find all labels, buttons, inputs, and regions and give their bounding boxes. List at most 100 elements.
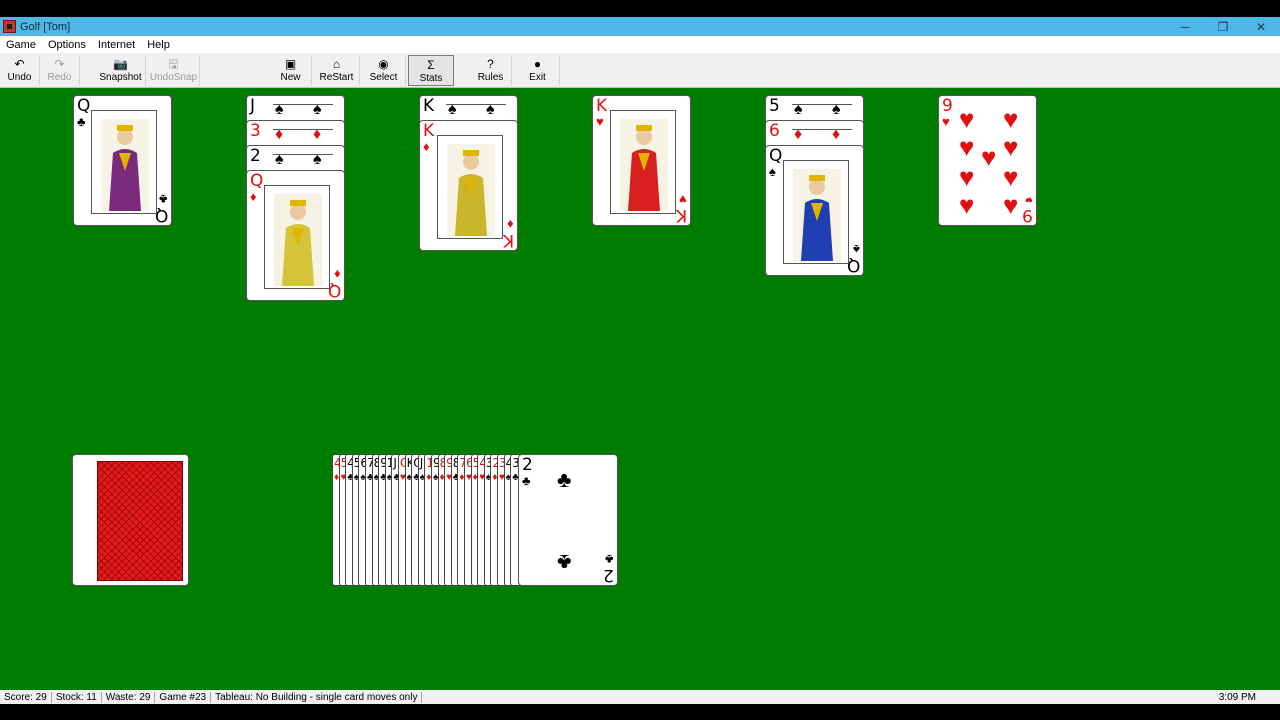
tableau-top-card[interactable]: K ♥ K ♥: [592, 95, 691, 226]
card-rank: J: [419, 456, 424, 470]
court-card-art: [91, 110, 157, 214]
home-icon: ⌂: [332, 57, 341, 71]
undo-button[interactable]: ↶ Undo: [0, 55, 40, 86]
suit-pip: ♦: [275, 126, 284, 143]
card-rank: J: [250, 96, 256, 116]
exit-button[interactable]: ● Exit: [516, 55, 560, 86]
status-clock: 3:09 PM: [1218, 691, 1256, 703]
close-icon[interactable]: ✕: [1242, 17, 1280, 36]
tableau-top-card[interactable]: Q ♣ Q ♣: [73, 95, 172, 226]
suit-pip: ♥: [1003, 190, 1019, 220]
suit-pip: ♠: [275, 101, 284, 118]
status-stock: Stock: 11: [52, 691, 102, 703]
card-rank: 3: [250, 121, 261, 141]
card-rank: 9: [942, 96, 953, 116]
waste-top-card: 2 ♣ ♣ ♣ 2 ♣: [518, 454, 618, 586]
sigma-icon: Σ: [427, 58, 435, 72]
new-button[interactable]: ▣ New: [270, 55, 312, 86]
card-suit: ♠: [769, 164, 776, 179]
toolbar-button-label: Snapshot: [99, 72, 142, 83]
undo-snap-icon: 🖫: [168, 57, 179, 71]
undosnap-button[interactable]: 🖫 UndoSnap: [148, 55, 200, 86]
card-rank-bottom: K: [675, 205, 687, 225]
court-figure-icon: [620, 119, 668, 211]
card-suit: ♥: [596, 114, 604, 129]
suit-pip: ♠: [448, 101, 457, 118]
toolbar-button-label: Undo: [7, 72, 32, 83]
suit-pip: ♥: [1003, 104, 1019, 134]
app-icon[interactable]: [3, 20, 16, 33]
stats-button[interactable]: Σ Stats: [408, 55, 454, 86]
court-figure-icon: [274, 194, 322, 286]
menu-options[interactable]: Options: [48, 39, 86, 51]
select-button[interactable]: ◉ Select: [362, 55, 406, 86]
card-suit: ♣: [77, 114, 86, 129]
card-peek: ♠ ♠: [792, 101, 852, 118]
status-score: Score: 29: [0, 691, 52, 703]
card-suit-bottom: ♥: [679, 192, 687, 207]
game-table[interactable]: Q ♣ Q ♣ J ♠ ♠ 3 ♦ ♦ 2 ♠ ♠ Q ♦ Q ♦ K ♠ ♠ K ♦ K ♦ K ♥ K ♥ 5 ♠ ♠ 6 ♦ ♦ Q ♠ Q ♠ 9 ♥…: [0, 88, 1280, 690]
tableau-top-card[interactable]: Q ♦ Q ♦: [246, 170, 345, 301]
card-rank-bottom: K: [502, 230, 514, 250]
card-back-pattern: [97, 461, 183, 581]
court-figure-icon: [447, 144, 495, 236]
toolbar-button-label: Select: [369, 72, 398, 83]
suit-pip: ♠: [832, 101, 841, 118]
minimize-icon[interactable]: ─: [1166, 17, 1204, 36]
menu-bar: Game Options Internet Help: [0, 36, 1280, 53]
undo-icon: ↶: [14, 57, 25, 71]
toolbar-button-label: Exit: [529, 72, 546, 83]
card-suit: ♦: [423, 139, 430, 154]
redo-button[interactable]: ↷ Redo: [40, 55, 80, 86]
tableau-top-card[interactable]: 9 ♥ 9 ♥ ♥ ♥ ♥ ♥ ♥ ♥ ♥ ♥ ♥: [938, 95, 1037, 226]
card-peek: ♠ ♠: [273, 101, 333, 118]
restore-icon[interactable]: ❐: [1204, 17, 1242, 36]
help-icon: ?: [487, 57, 494, 71]
suit-pip: ♠: [313, 101, 322, 118]
tableau-top-card[interactable]: K ♦ K ♦: [419, 120, 518, 251]
card-rank: K: [423, 96, 435, 116]
suit-pip: ♦: [313, 126, 322, 143]
card-peek: ♠ ♠: [273, 151, 333, 168]
court-card-art: [264, 185, 330, 289]
stock-pile[interactable]: [72, 454, 189, 586]
menu-help[interactable]: Help: [147, 39, 170, 51]
menu-internet[interactable]: Internet: [98, 39, 135, 51]
toolbar-button-label: New: [280, 72, 301, 83]
card-rank-bottom: 2: [603, 565, 614, 585]
card-suit-bottom: ♦: [334, 267, 341, 282]
window-title: Golf [Tom]: [20, 20, 71, 33]
suit-pip: ♠: [313, 151, 322, 168]
camera-icon: 📷: [113, 57, 128, 71]
suit-pip: ♥: [1003, 132, 1019, 162]
toolbar-button-label: ReStart: [319, 72, 354, 83]
new-deck-icon: ▣: [284, 57, 297, 71]
card-suit: ♦: [250, 189, 257, 204]
card-suit-bottom: ♣: [159, 192, 168, 207]
suit-pip: ♥: [959, 104, 975, 134]
suit-pip: ♦: [794, 126, 803, 143]
rules-button[interactable]: ? Rules: [470, 55, 512, 86]
card-suit-bottom: ♠: [853, 242, 860, 257]
card-rank: K: [596, 96, 608, 116]
card-peek: ♦ ♦: [273, 126, 333, 143]
status-rule: Tableau: No Building - single card moves…: [211, 691, 423, 703]
status-game: Game #23: [155, 691, 212, 703]
exit-icon: ●: [533, 57, 542, 71]
card-rank: 2: [250, 146, 261, 166]
suit-pip: ♣: [557, 467, 572, 492]
toolbar-button-label: Redo: [47, 72, 72, 83]
snapshot-button[interactable]: 📷 Snapshot: [96, 55, 146, 86]
suit-pip: ♠: [486, 101, 495, 118]
title-bar[interactable]: Golf [Tom] ─ ❐ ✕: [0, 17, 1280, 36]
restart-button[interactable]: ⌂ ReStart: [314, 55, 360, 86]
tableau-top-card[interactable]: Q ♠ Q ♠: [765, 145, 864, 276]
suit-pip: ♣: [557, 550, 572, 575]
card-rank: J: [393, 456, 397, 470]
menu-game[interactable]: Game: [6, 39, 36, 51]
toolbar-button-label: Stats: [419, 73, 443, 84]
card-suit-bottom: ♦: [507, 217, 514, 232]
window-controls: ─ ❐ ✕: [1166, 17, 1280, 36]
suit-pip: ♠: [275, 151, 284, 168]
redo-icon: ↷: [54, 57, 65, 71]
